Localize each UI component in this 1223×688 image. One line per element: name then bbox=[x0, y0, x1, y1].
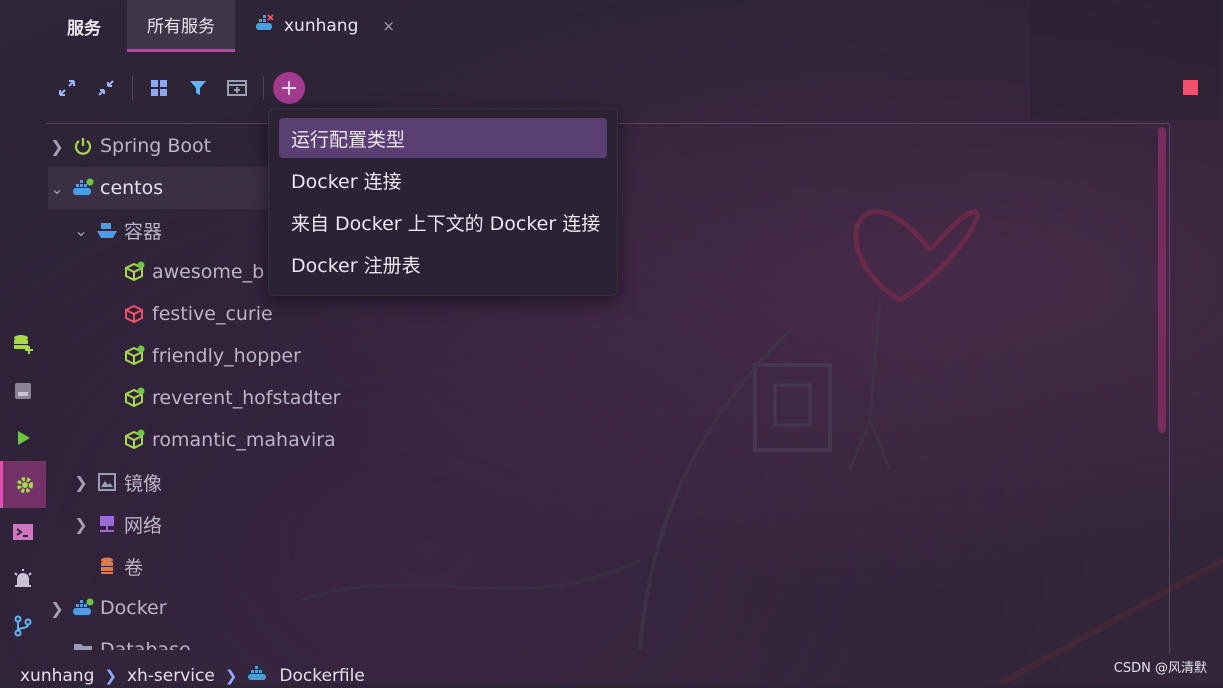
rail-database-icon[interactable] bbox=[0, 320, 46, 367]
network-icon bbox=[96, 513, 118, 535]
ship-icon bbox=[96, 219, 118, 241]
docker-error-icon bbox=[254, 13, 276, 39]
tree-item-docker[interactable]: ❯ Docker bbox=[48, 587, 468, 629]
container-running-icon bbox=[124, 261, 146, 283]
collapse-all-icon[interactable] bbox=[93, 75, 119, 101]
chevron-down-icon[interactable]: ⌄ bbox=[48, 641, 66, 651]
tab-all-services[interactable]: 所有服务 bbox=[127, 0, 235, 52]
tree-item-networks[interactable]: ❯ 网络 bbox=[48, 503, 468, 545]
rail-services-icon[interactable] bbox=[0, 461, 46, 508]
breadcrumb-item[interactable]: xh-service bbox=[127, 666, 215, 686]
toolbar-separator bbox=[132, 76, 133, 100]
tab-services-title: 服务 bbox=[67, 18, 101, 39]
rail-alarm-icon[interactable] bbox=[0, 555, 46, 602]
chevron-right-icon[interactable]: ❯ bbox=[72, 515, 90, 534]
tree-item-container[interactable]: festive_curie bbox=[48, 293, 468, 335]
rail-run-icon[interactable] bbox=[0, 414, 46, 461]
docker-icon bbox=[72, 597, 94, 619]
tool-window-rail bbox=[0, 320, 46, 649]
tab-xunhang-label: xunhang bbox=[284, 16, 359, 36]
menu-item-run-config-type[interactable]: 运行配置类型 bbox=[279, 118, 607, 158]
tree-item-container[interactable]: romantic_mahavira bbox=[48, 419, 468, 461]
menu-item-docker-context-connection[interactable]: 来自 Docker 上下文的 Docker 连接 bbox=[279, 202, 607, 242]
menu-item-docker-registry[interactable]: Docker 注册表 bbox=[279, 244, 607, 284]
tree-item-database[interactable]: ⌄ Database bbox=[48, 629, 468, 650]
tree-item-images[interactable]: ❯ 镜像 bbox=[48, 461, 468, 503]
add-service-button[interactable]: + bbox=[273, 72, 305, 104]
chevron-down-icon[interactable]: ⌄ bbox=[48, 179, 66, 198]
tree-item-label: friendly_hopper bbox=[152, 345, 301, 367]
chevron-right-icon: ❯ bbox=[104, 667, 117, 685]
container-running-icon bbox=[124, 345, 146, 367]
tree-item-label: 容器 bbox=[124, 220, 163, 243]
volume-icon bbox=[96, 555, 118, 577]
menu-item-docker-connection[interactable]: Docker 连接 bbox=[279, 160, 607, 200]
close-tab-icon[interactable]: × bbox=[382, 17, 395, 35]
vertical-scrollbar[interactable] bbox=[1158, 127, 1166, 433]
add-service-menu: 运行配置类型 Docker 连接 来自 Docker 上下文的 Docker 连… bbox=[268, 108, 618, 296]
tool-window-tabs: 服务 所有服务 xunhang × bbox=[0, 0, 1223, 52]
docker-icon bbox=[72, 177, 94, 199]
chevron-down-icon[interactable]: ⌄ bbox=[72, 221, 90, 240]
expand-all-icon[interactable] bbox=[54, 75, 80, 101]
image-icon bbox=[96, 471, 118, 493]
tree-item-label: Spring Boot bbox=[100, 135, 212, 157]
stop-icon[interactable] bbox=[1183, 80, 1198, 95]
container-running-icon bbox=[124, 387, 146, 409]
breadcrumb: xunhang ❯ xh-service ❯ Dockerfile bbox=[20, 664, 365, 688]
power-icon bbox=[72, 135, 94, 157]
chevron-right-icon[interactable]: ❯ bbox=[48, 599, 66, 618]
tree-item-label: reverent_hofstadter bbox=[152, 387, 341, 409]
chevron-right-icon[interactable]: ❯ bbox=[72, 473, 90, 492]
breadcrumb-item[interactable]: xunhang bbox=[20, 666, 94, 686]
rail-git-icon[interactable] bbox=[0, 602, 46, 649]
panel-divider bbox=[1169, 124, 1170, 654]
group-by-icon[interactable] bbox=[146, 75, 172, 101]
watermark: CSDN @风清默 bbox=[1113, 661, 1207, 676]
tree-item-container[interactable]: friendly_hopper bbox=[48, 335, 468, 377]
filter-icon[interactable] bbox=[185, 75, 211, 101]
services-toolbar: + bbox=[54, 72, 305, 104]
tree-item-label: Docker bbox=[100, 597, 167, 619]
tree-item-label: romantic_mahavira bbox=[152, 429, 336, 451]
folder-icon bbox=[72, 639, 94, 650]
container-stopped-icon bbox=[124, 303, 146, 325]
new-tab-icon[interactable] bbox=[224, 75, 250, 101]
tree-item-label: 镜像 bbox=[124, 472, 163, 495]
tree-item-container[interactable]: reverent_hofstadter bbox=[48, 377, 468, 419]
breadcrumb-item[interactable]: Dockerfile bbox=[279, 666, 364, 686]
toolbar-separator bbox=[263, 76, 264, 100]
tree-item-label: 卷 bbox=[124, 556, 144, 579]
tree-item-label: festive_curie bbox=[152, 303, 273, 325]
tab-all-services-label: 所有服务 bbox=[147, 17, 215, 37]
container-running-icon bbox=[124, 429, 146, 451]
tab-xunhang[interactable]: xunhang × bbox=[254, 0, 395, 52]
tree-item-volumes[interactable]: 卷 bbox=[48, 545, 468, 587]
tree-item-label: 网络 bbox=[124, 514, 163, 537]
tree-item-label: Database bbox=[100, 639, 191, 650]
rail-terminal-icon[interactable] bbox=[0, 508, 46, 555]
rail-storage-icon[interactable] bbox=[0, 367, 46, 414]
docker-file-icon bbox=[247, 665, 269, 687]
chevron-right-icon: ❯ bbox=[224, 667, 238, 685]
tree-item-label: awesome_b bbox=[152, 261, 265, 283]
tree-item-label: centos bbox=[100, 177, 164, 199]
chevron-right-icon[interactable]: ❯ bbox=[48, 137, 66, 156]
